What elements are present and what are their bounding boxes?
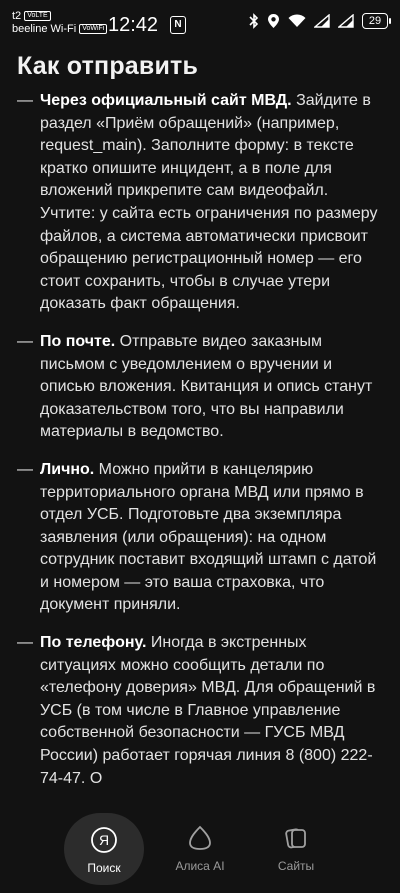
tab-search[interactable]: Я Поиск	[64, 813, 144, 885]
bluetooth-icon	[249, 13, 259, 29]
item-title: По почте.	[40, 332, 116, 350]
nfc-icon: N	[170, 16, 186, 34]
yandex-letter: Я	[99, 832, 109, 848]
wifi-icon	[288, 14, 306, 27]
item-title: По телефону.	[40, 634, 147, 652]
status-time: 12:42	[108, 14, 159, 36]
list-item: — По телефону. Иногда в экстренных ситуац…	[0, 632, 400, 790]
item-text: Можно прийти в канцелярию территориально…	[40, 460, 377, 614]
battery-indicator: 29	[362, 13, 391, 29]
item-text: Иногда в экстренных ситуациях можно сооб…	[40, 634, 376, 787]
bottom-nav: Я Поиск Алиса AI Сайты	[0, 811, 400, 893]
tab-sites-label: Сайты	[277, 859, 315, 873]
tab-alice-label: Алиса AI	[175, 859, 225, 873]
carrier-top: t2	[12, 10, 22, 22]
list-item: — Через официальный сайт МВД. Зайдите в р…	[0, 90, 400, 316]
item-title: Лично.	[40, 460, 95, 478]
bullet-dash: —	[17, 332, 33, 350]
list-item: — Лично. Можно прийти в канцелярию террит…	[0, 459, 400, 617]
vowifi-badge: VoWiFi	[79, 24, 108, 35]
section-heading: Как отправить	[17, 52, 199, 80]
tab-sites[interactable]: Сайты	[256, 821, 336, 873]
volte-badge: VoLTE	[24, 11, 51, 22]
signal-icon-2	[338, 14, 354, 28]
location-icon	[268, 14, 279, 28]
alice-icon	[189, 825, 211, 850]
bullet-dash: —	[17, 92, 33, 109]
bullet-dash: —	[17, 634, 33, 652]
list-item: — По почте. Отправьте видео заказным пись…	[0, 331, 400, 444]
tab-alice[interactable]: Алиса AI	[160, 821, 240, 873]
sites-icon	[285, 828, 306, 849]
signal-icon-1	[314, 14, 330, 28]
methods-list: — Через официальный сайт МВД. Зайдите в р…	[0, 90, 400, 805]
carrier-bottom: beeline Wi-Fi	[12, 23, 77, 35]
tab-search-label: Поиск	[87, 861, 121, 875]
item-text: Зайдите в раздел «Приём обращений» (напр…	[40, 92, 378, 313]
system-icons: 29	[249, 13, 391, 29]
item-title: Через официальный сайт МВД.	[40, 92, 292, 109]
carrier-info: t2 VoLTE beeline Wi-Fi VoWiFi	[12, 10, 108, 36]
status-bar: t2 VoLTE beeline Wi-Fi VoWiFi 12:42 N 29	[0, 0, 400, 44]
yandex-search-icon: Я	[91, 827, 117, 853]
bullet-dash: —	[17, 460, 33, 478]
